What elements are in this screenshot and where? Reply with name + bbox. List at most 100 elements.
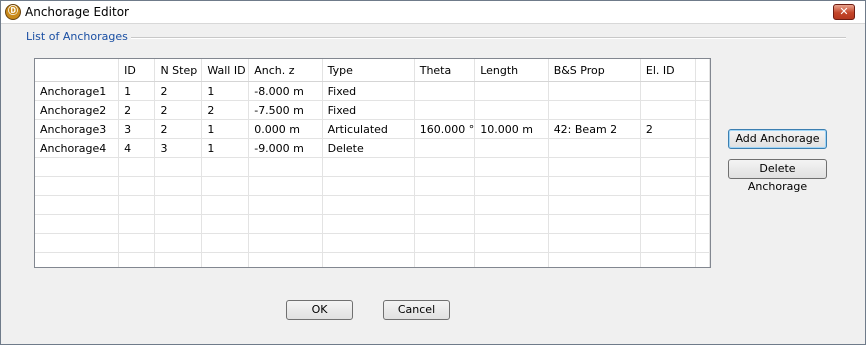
table-row[interactable]: Anchorage3 3 2 1 0.000 m Articulated 160.000 °… (35, 119, 710, 139)
empty-cell (548, 233, 641, 253)
table-cell[interactable] (640, 100, 697, 120)
empty-table-row (35, 252, 710, 267)
anchorage-editor-window: Ⓓ Anchorage Editor ✕ List of Anchorages … (0, 0, 866, 345)
empty-cell (248, 233, 323, 253)
table-cell[interactable]: Delete (322, 138, 415, 158)
table-cell[interactable]: 42: Beam 2 (548, 119, 641, 139)
title-bar[interactable]: Ⓓ Anchorage Editor ✕ (1, 1, 865, 24)
table-cell[interactable]: Anchorage2 (35, 100, 120, 120)
empty-cell (35, 157, 120, 177)
column-header[interactable]: B&S Prop (548, 59, 641, 82)
cancel-button[interactable]: Cancel (383, 300, 450, 320)
table-cell[interactable] (548, 138, 641, 158)
table-cell[interactable]: Anchorage1 (35, 81, 120, 101)
table-cell[interactable] (414, 100, 476, 120)
group-divider (113, 37, 846, 39)
table-cell[interactable]: 2 (640, 119, 697, 139)
table-cell[interactable]: -9.000 m (248, 138, 323, 158)
table-cell[interactable] (474, 138, 549, 158)
table-header-row: ID N Step Wall ID Anch. z Type Theta Length B&S… (35, 59, 710, 82)
empty-cell (414, 176, 476, 196)
table-row[interactable]: Anchorage4 4 3 1 -9.000 m Delete (35, 138, 710, 158)
empty-cell (322, 233, 415, 253)
empty-cell (640, 252, 697, 267)
table-cell[interactable]: 3 (118, 119, 156, 139)
table-cell[interactable]: 2 (201, 100, 250, 120)
table-row[interactable]: Anchorage2 2 2 2 -7.500 m Fixed (35, 100, 710, 120)
table-cell[interactable]: Anchorage3 (35, 119, 120, 139)
empty-cell (322, 252, 415, 267)
table-cell[interactable]: 1 (118, 81, 156, 101)
table-cell[interactable] (548, 81, 641, 101)
empty-cell (695, 214, 710, 234)
column-header[interactable]: Wall ID (201, 59, 250, 82)
empty-cell (154, 252, 203, 267)
table-cell[interactable]: 1 (201, 138, 250, 158)
empty-cell (474, 195, 549, 215)
table-cell[interactable] (640, 138, 697, 158)
table-cell[interactable]: Fixed (322, 81, 415, 101)
table-cell[interactable] (414, 81, 476, 101)
empty-cell (118, 252, 156, 267)
table-cell[interactable] (474, 100, 549, 120)
table-cell[interactable]: 2 (154, 119, 203, 139)
empty-cell (248, 157, 323, 177)
table-cell[interactable]: 1 (201, 119, 250, 139)
anchorages-table[interactable]: ID N Step Wall ID Anch. z Type Theta Length B&S… (34, 58, 711, 268)
column-header[interactable]: ID (118, 59, 156, 82)
column-header[interactable] (695, 59, 710, 82)
column-header[interactable]: Type (322, 59, 415, 82)
empty-cell (35, 195, 120, 215)
table-cell[interactable] (640, 81, 697, 101)
empty-cell (474, 214, 549, 234)
table-cell[interactable]: 4 (118, 138, 156, 158)
close-button[interactable]: ✕ (833, 4, 855, 20)
column-header[interactable]: N Step (154, 59, 203, 82)
table-cell[interactable]: -8.000 m (248, 81, 323, 101)
table-row[interactable]: Anchorage1 1 2 1 -8.000 m Fixed (35, 81, 710, 101)
table-cell[interactable] (414, 138, 476, 158)
empty-cell (640, 176, 697, 196)
table-cell[interactable]: 2 (154, 81, 203, 101)
table-cell[interactable]: 2 (154, 100, 203, 120)
table-cell[interactable]: 0.000 m (248, 119, 323, 139)
empty-cell (695, 176, 710, 196)
empty-cell (35, 214, 120, 234)
column-header[interactable]: El. ID (640, 59, 697, 82)
table-cell[interactable]: 10.000 m (474, 119, 549, 139)
empty-cell (474, 176, 549, 196)
column-header[interactable] (35, 59, 120, 82)
table-cell[interactable]: 1 (201, 81, 250, 101)
column-header[interactable]: Length (474, 59, 549, 82)
table-cell[interactable]: Fixed (322, 100, 415, 120)
empty-cell (695, 157, 710, 177)
table-cell[interactable]: -7.500 m (248, 100, 323, 120)
empty-cell (248, 195, 323, 215)
table-cell[interactable]: 2 (118, 100, 156, 120)
table-cell[interactable]: 3 (154, 138, 203, 158)
column-header[interactable]: Theta (414, 59, 476, 82)
empty-cell (201, 214, 250, 234)
table-cell[interactable] (695, 81, 710, 101)
app-icon[interactable]: Ⓓ (5, 4, 21, 20)
table-cell[interactable] (695, 100, 710, 120)
empty-cell (201, 195, 250, 215)
empty-cell (248, 252, 323, 267)
empty-cell (154, 233, 203, 253)
table-cell[interactable] (548, 100, 641, 120)
empty-cell (154, 157, 203, 177)
empty-cell (640, 233, 697, 253)
table-cell[interactable]: Articulated (322, 119, 415, 139)
table-cell[interactable] (695, 119, 710, 139)
delete-anchorage-button[interactable]: Delete Anchorage (728, 159, 827, 193)
table-cell[interactable]: Anchorage4 (35, 138, 120, 158)
empty-cell (322, 214, 415, 234)
empty-cell (248, 176, 323, 196)
table-cell[interactable] (695, 138, 710, 158)
add-anchorage-button[interactable]: Add Anchorage (728, 129, 827, 149)
ok-button[interactable]: OK (286, 300, 353, 320)
column-header[interactable]: Anch. z (248, 59, 323, 82)
empty-cell (35, 176, 120, 196)
table-cell[interactable]: 160.000 ° (414, 119, 476, 139)
table-cell[interactable] (474, 81, 549, 101)
